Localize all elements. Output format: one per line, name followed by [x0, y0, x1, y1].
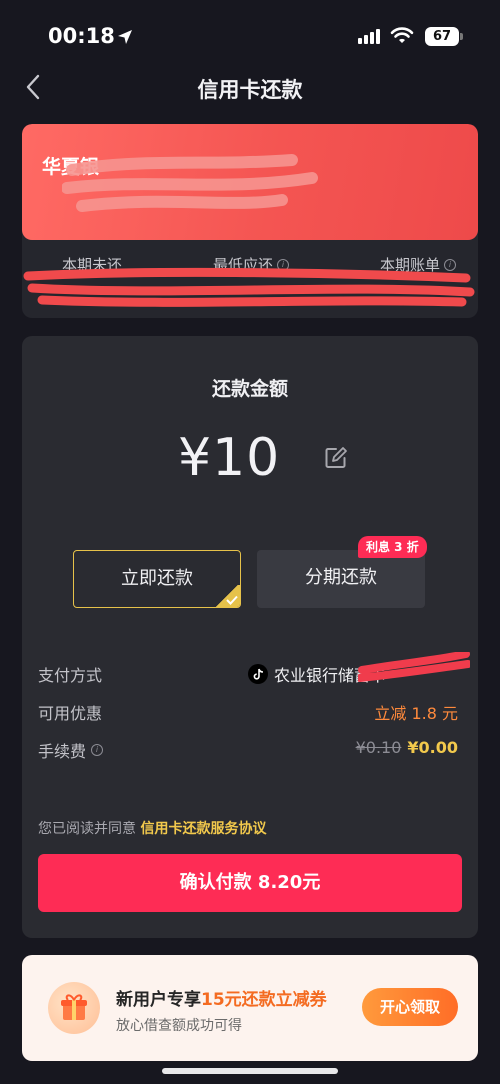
pay-now-label: 立即还款	[121, 568, 193, 589]
status-time: 00:18	[48, 24, 115, 48]
fee-label-wrap: 手续费 i	[38, 738, 104, 762]
promo-title: 新用户专享15元还款立减券	[116, 985, 327, 1010]
claim-coupon-button[interactable]: 开心领取	[362, 988, 458, 1026]
payment-method-label: 支付方式	[38, 666, 103, 685]
agreement-link[interactable]: 信用卡还款服务协议	[140, 821, 266, 837]
info-icon[interactable]: i	[91, 744, 104, 756]
gift-icon	[48, 982, 100, 1034]
card-number-redaction	[358, 652, 470, 682]
installment-label: 分期还款	[305, 567, 377, 588]
promo-subtitle: 放心借查额成功可得	[116, 1018, 242, 1034]
home-indicator	[162, 1068, 338, 1074]
agreement-prefix: 您已阅读并同意	[38, 821, 136, 837]
battery-icon: 67	[425, 27, 463, 46]
promo-row[interactable]: 可用优惠 立减 1.8 元	[38, 700, 458, 726]
interest-discount-badge: 利息 3 折	[358, 536, 427, 558]
signal-icon	[358, 29, 380, 44]
fee-row: 手续费 i ¥0.10 ¥0.00	[38, 738, 458, 764]
page-title: 信用卡还款	[197, 78, 303, 102]
fee-label: 手续费	[38, 742, 87, 761]
promo-banner[interactable]: 新用户专享15元还款立减券 放心借查额成功可得 开心领取	[22, 955, 478, 1061]
edit-icon[interactable]	[324, 446, 348, 470]
promo-value: 立减 1.8 元	[374, 704, 458, 723]
promo-label: 可用优惠	[38, 704, 103, 723]
amount-title: 还款金额	[211, 378, 288, 400]
pay-now-option[interactable]: 立即还款	[73, 550, 241, 608]
status-bar: 00:18 67	[0, 0, 500, 72]
wifi-icon	[390, 27, 414, 43]
payment-method-row[interactable]: 支付方式 农业银行储蓄卡	[38, 652, 470, 688]
installment-option[interactable]: 分期还款	[257, 550, 425, 608]
location-arrow-icon	[118, 30, 132, 44]
credit-card[interactable]: 华夏银	[22, 124, 478, 240]
checkmark-icon	[226, 595, 238, 605]
fee-final: ¥0.00	[407, 738, 458, 757]
selected-corner	[214, 585, 240, 607]
promo-title-prefix: 新用户专享	[116, 990, 201, 1010]
payment-panel: 还款金额 ¥10 立即还款 分期还款 利息 3 折 支付方式 农业银行储蓄卡 可…	[22, 336, 478, 938]
nav-bar: 信用卡还款	[0, 64, 500, 110]
fee-original: ¥0.10	[355, 738, 402, 757]
promo-title-highlight: 15元还款立减券	[201, 990, 327, 1010]
agreement-text: 您已阅读并同意 信用卡还款服务协议	[38, 818, 266, 838]
amount-value: ¥10	[178, 428, 281, 488]
confirm-payment-button[interactable]: 确认付款 8.20元	[38, 854, 462, 912]
fee-values: ¥0.10 ¥0.00	[356, 738, 458, 757]
credit-card-panel: 华夏银 本期未还 最低应还 i 本期账单 i	[22, 124, 478, 318]
card-redaction	[62, 154, 318, 212]
bill-amounts-redaction	[23, 267, 475, 307]
tiktok-icon	[247, 664, 268, 684]
